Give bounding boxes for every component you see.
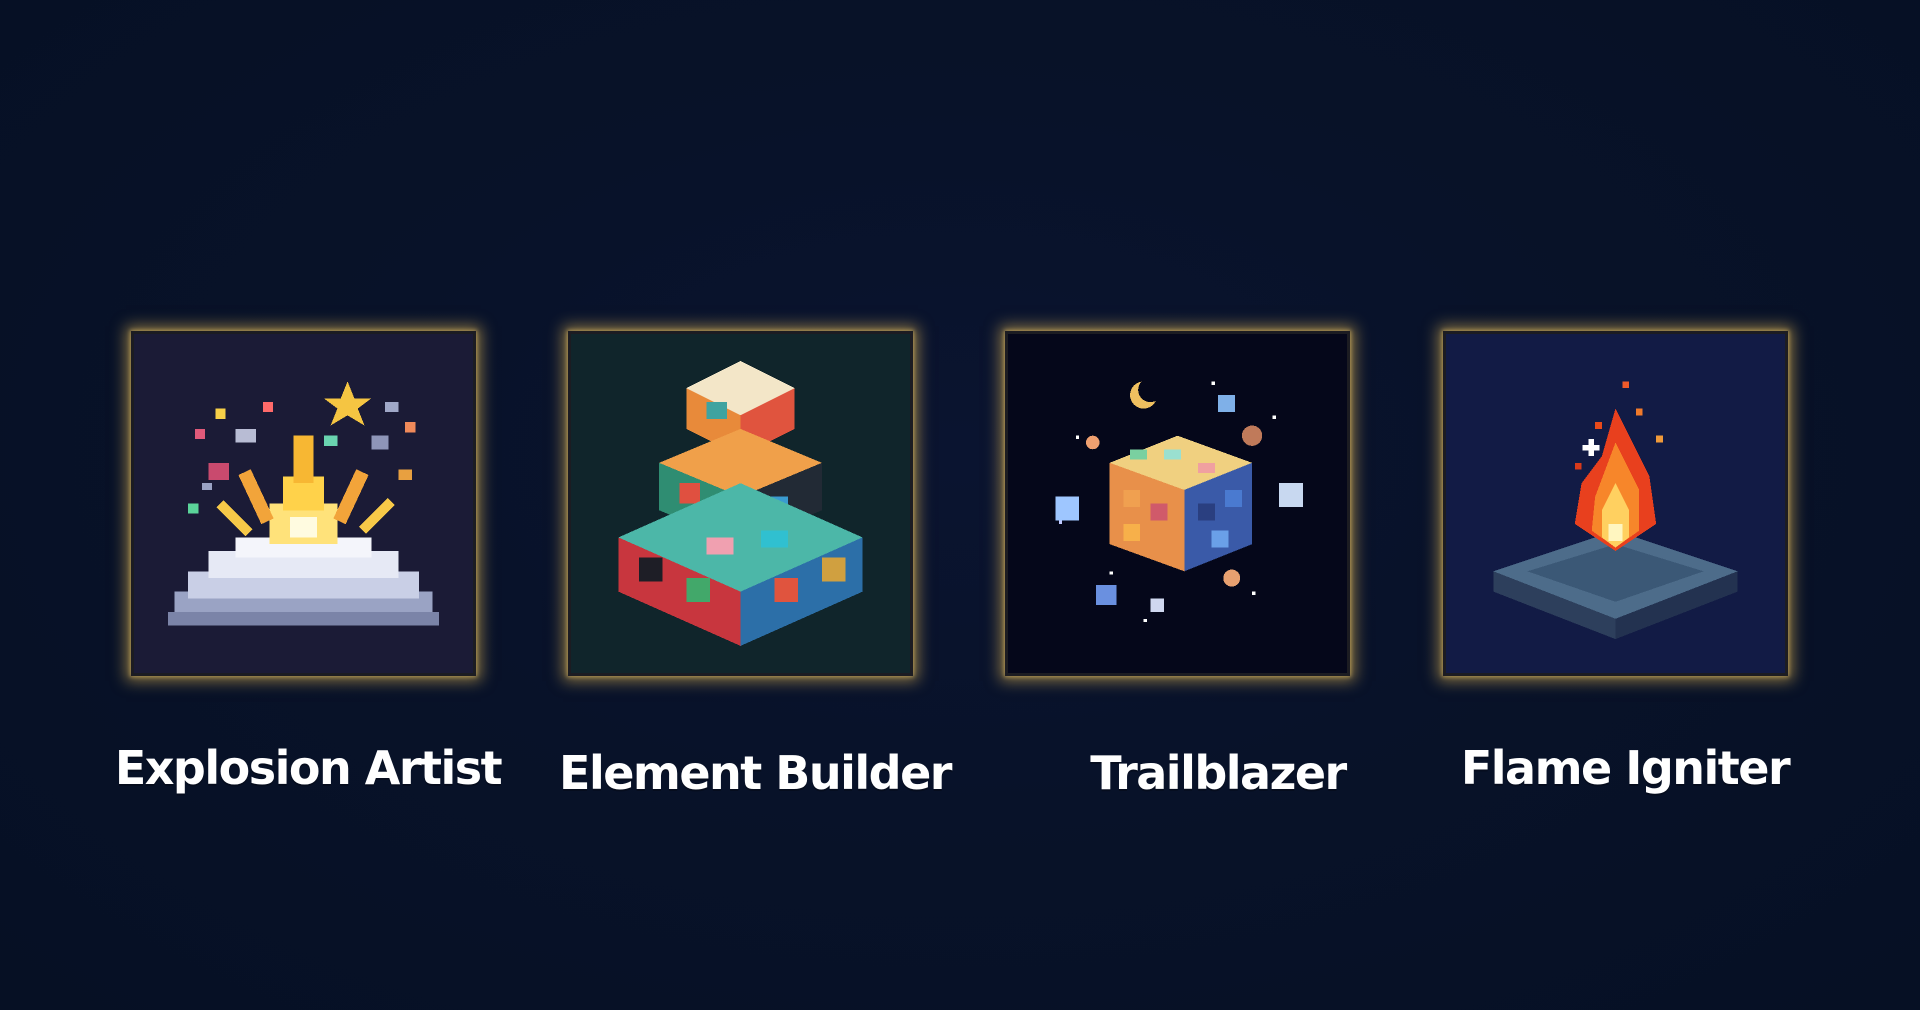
achievement-card-explosion-artist[interactable] <box>131 331 476 676</box>
achievement-card-trailblazer[interactable] <box>1005 331 1350 676</box>
achievement-title: Flame Igniter <box>1460 741 1791 795</box>
achievement-title: Element Builder <box>559 746 952 800</box>
achievement-title: Explosion Artist <box>114 741 503 795</box>
achievement-title: Trailblazer <box>1090 746 1347 800</box>
space-cube-icon <box>1055 377 1303 623</box>
explosion-icon <box>167 381 440 626</box>
campfire-icon <box>1493 381 1738 640</box>
achievement-card-flame-igniter[interactable] <box>1443 331 1788 676</box>
achievement-card-element-builder[interactable] <box>568 331 913 676</box>
cube-tower-icon <box>618 361 863 646</box>
